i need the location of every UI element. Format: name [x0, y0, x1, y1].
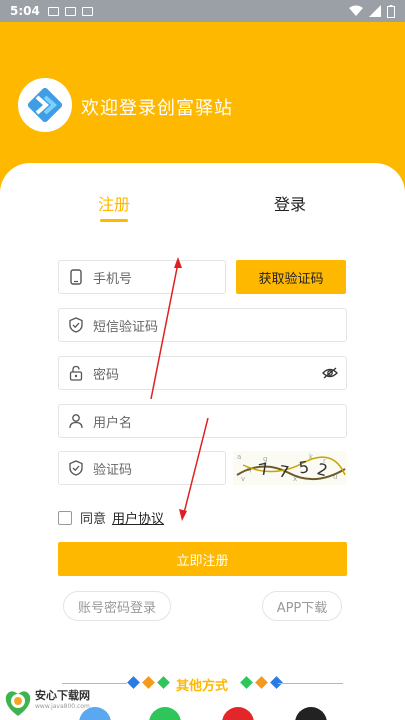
- app-download-button[interactable]: APP下载: [262, 591, 342, 621]
- battery-icon: [387, 4, 395, 18]
- lock-icon: [67, 364, 85, 382]
- auth-card: 注册 登录 手机号 获取验证码 短信验证码 密码 用户名 验证码 a q g x…: [0, 163, 405, 720]
- svg-text:a: a: [237, 453, 241, 461]
- shield-check-icon: [67, 459, 85, 477]
- watermark-logo: [5, 691, 31, 716]
- phone-placeholder: 手机号: [93, 271, 133, 287]
- divider-right: [278, 683, 343, 684]
- tab-register[interactable]: 注册: [98, 191, 131, 222]
- watermark-brand: 安心下载网: [35, 689, 90, 702]
- status-bar: 5:04: [0, 0, 405, 22]
- sms-code-field[interactable]: 短信验证码: [58, 308, 347, 342]
- diamond-icon: [240, 676, 253, 689]
- wechat-login-icon[interactable]: [149, 707, 181, 720]
- user-icon: [67, 412, 85, 430]
- diamond-icon: [127, 676, 140, 689]
- password-placeholder: 密码: [93, 367, 120, 383]
- welcome-title: 欢迎登录创富驿站: [81, 98, 233, 119]
- tab-register-label: 注册: [98, 195, 131, 214]
- captcha-placeholder: 验证码: [93, 462, 133, 478]
- agreement-row: 同意 用户协议: [58, 508, 164, 527]
- tab-login-label: 登录: [274, 195, 307, 214]
- sim-icon: [64, 6, 76, 16]
- password-field[interactable]: 密码: [58, 356, 347, 390]
- diamond-icon: [142, 676, 155, 689]
- register-button[interactable]: 立即注册: [58, 542, 347, 576]
- diamond-icon: [255, 676, 268, 689]
- watermark-url: www.java800.com: [35, 703, 90, 710]
- watermark: 安心下载网 www.java800.com: [0, 683, 120, 720]
- diamond-icon: [157, 676, 170, 689]
- get-sms-code-button[interactable]: 获取验证码: [236, 260, 346, 294]
- other-methods-title: 其他方式: [176, 679, 229, 694]
- password-login-button[interactable]: 账号密码登录: [63, 591, 171, 621]
- shield-check-icon: [67, 316, 85, 334]
- gallery-icon: [81, 6, 93, 16]
- diamond-decoration-left: [127, 676, 170, 689]
- svg-text:v: v: [241, 475, 245, 483]
- captcha-field[interactable]: 验证码: [58, 451, 226, 485]
- weibo-login-icon[interactable]: [222, 707, 254, 720]
- diamond-decoration-right: [240, 676, 283, 689]
- captcha-image[interactable]: aqgxruvk 7 7 5 2: [233, 451, 347, 485]
- active-tab-indicator: [100, 219, 128, 222]
- tiktok-login-icon[interactable]: [295, 707, 327, 720]
- user-agreement-link[interactable]: 用户协议: [112, 508, 164, 527]
- signal-icon: [369, 5, 381, 17]
- eye-slash-icon[interactable]: [322, 365, 340, 383]
- agree-text: 同意: [80, 512, 107, 527]
- notification-icon: [47, 6, 59, 16]
- username-field[interactable]: 用户名: [58, 404, 347, 438]
- username-placeholder: 用户名: [93, 415, 133, 431]
- phone-icon: [67, 268, 85, 286]
- app-logo: [18, 78, 72, 132]
- tab-login[interactable]: 登录: [274, 191, 306, 215]
- agree-checkbox[interactable]: [58, 510, 72, 525]
- wifi-icon: [349, 5, 363, 16]
- status-time: 5:04: [10, 4, 40, 18]
- phone-field[interactable]: 手机号: [58, 260, 226, 294]
- sms-code-placeholder: 短信验证码: [93, 319, 159, 335]
